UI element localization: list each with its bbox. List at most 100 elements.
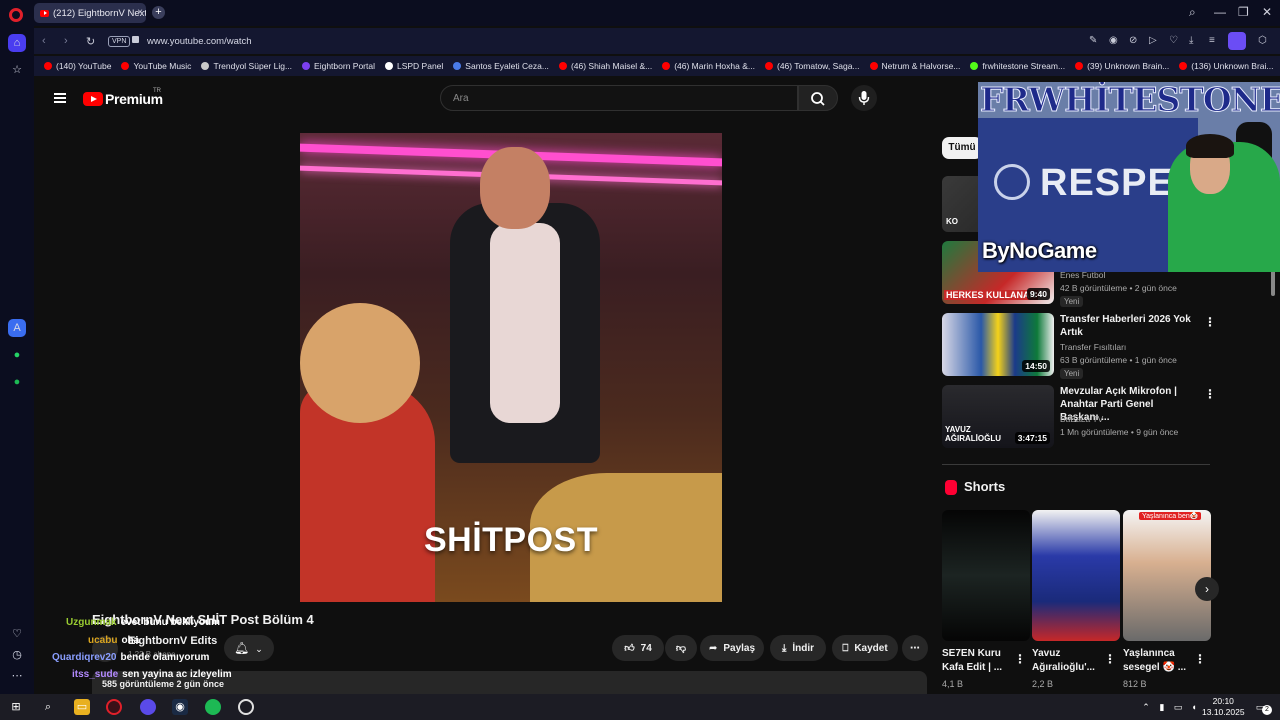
home-icon[interactable]: ⌂ — [8, 34, 26, 52]
more-vertical-icon[interactable]: ⋮ — [1104, 652, 1116, 666]
recommendation-item[interactable]: YAVUZ AĞIRALİOĞLU 3:47:15 Mevzular Açık … — [942, 385, 1216, 449]
bookmark-item[interactable]: (39) Unknown Brain... — [1075, 61, 1169, 71]
tab-close-icon[interactable]: × — [137, 7, 143, 18]
rec-title[interactable]: Transfer Haberleri 2026 Yok Artık — [1060, 313, 1192, 339]
bookmark-item[interactable]: Netrum & Halvorse... — [869, 61, 960, 71]
rec-channel[interactable]: Transfer Fısıltıları — [1060, 342, 1126, 352]
video-player[interactable]: SHİTPOST — [300, 133, 722, 602]
bookmark-favicon-icon — [558, 62, 567, 70]
favorites-icon[interactable]: ♡ — [8, 625, 26, 643]
views-and-date: 585 görüntüleme 2 gün önce — [102, 679, 225, 689]
chat-username: ucabu — [88, 635, 118, 646]
steam-icon[interactable]: ◉ — [172, 699, 188, 715]
filter-chip-all[interactable]: Tümü — [942, 137, 982, 159]
share-button[interactable]: ➦ Paylaş — [700, 635, 764, 661]
bookmark-item[interactable]: (140) YouTube — [44, 61, 111, 71]
channel-name[interactable]: EightbornV Edits — [128, 635, 217, 647]
network-icon[interactable]: ▭ — [1170, 699, 1186, 715]
bookmark-item[interactable]: Eightborn Portal — [302, 61, 375, 71]
recommendation-item[interactable]: 14:50 Transfer Haberleri 2026 Yok Artık … — [942, 313, 1216, 379]
close-window-icon[interactable]: ✕ — [1262, 5, 1272, 19]
browser-search-icon[interactable]: ⌕ — [1189, 5, 1196, 20]
short-title[interactable]: Yaşlanınca sesegel 🤡 ... — [1123, 647, 1201, 675]
voice-search-button[interactable] — [851, 85, 877, 111]
adblock-icon[interactable]: ⊘ — [1129, 35, 1137, 46]
send-icon[interactable]: ✎ — [1089, 35, 1097, 46]
bookmark-item[interactable]: YouTube Music — [121, 61, 191, 71]
opera-gx-icon[interactable] — [140, 699, 156, 715]
url-field[interactable]: www.youtube.com/watch — [147, 36, 252, 47]
microphone-tray-icon[interactable]: ▮ — [1154, 699, 1170, 715]
chevron-right-icon[interactable]: › — [1195, 577, 1219, 601]
bookmark-item[interactable]: frwhitestone Stream... — [970, 61, 1065, 71]
extensions-icon[interactable]: ⬡ — [1258, 35, 1267, 46]
video-thumbnail: 14:50 — [942, 313, 1054, 376]
menu-icon[interactable]: ≡ — [1209, 35, 1215, 46]
back-icon[interactable]: ‹ — [42, 35, 46, 47]
bookmark-favicon-icon — [1179, 62, 1188, 70]
more-icon[interactable]: ⋯ — [8, 667, 26, 685]
search-button[interactable] — [798, 85, 838, 111]
bookmark-item[interactable]: (46) Shiah Maisel &... — [558, 61, 652, 71]
history-icon[interactable]: ◷ — [8, 646, 26, 664]
short-thumbnail[interactable] — [1032, 510, 1120, 641]
bookmark-item[interactable]: (136) Unknown Brai... — [1179, 61, 1273, 71]
more-vertical-icon[interactable]: ⋮ — [1194, 652, 1206, 666]
volume-icon[interactable]: ◖ — [1186, 699, 1202, 715]
windows-start-icon[interactable]: ⊞ — [8, 699, 24, 715]
browser-tab-active[interactable]: (212) EightbornV Next SH × — [34, 3, 146, 23]
more-actions-button[interactable]: ⋯ — [902, 635, 928, 661]
bookmark-item[interactable]: Trendyol Süper Lig... — [201, 61, 292, 71]
spotify-icon[interactable]: ● — [8, 373, 26, 391]
more-vertical-icon[interactable]: ⋮ — [1204, 387, 1216, 401]
minimize-icon[interactable]: — — [1214, 5, 1226, 19]
aria-icon[interactable]: ☆ — [8, 61, 26, 79]
bookmark-label: (136) Unknown Brai... — [1191, 61, 1274, 71]
search-input[interactable]: Ara — [440, 85, 798, 111]
bookmark-item[interactable]: Santos Eyaleti Ceza... — [453, 61, 549, 71]
hamburger-menu-icon[interactable] — [54, 93, 66, 103]
bookmark-favicon-icon — [44, 62, 52, 70]
like-button[interactable]: 👍︎ 74 — [612, 635, 664, 661]
vpn-badge[interactable]: VPN — [108, 36, 131, 47]
bookmark-item[interactable]: LSPD Panel — [384, 61, 443, 71]
short-title[interactable]: SE7EN Kuru Kafa Edit | ... — [942, 647, 1020, 675]
whatsapp-icon[interactable]: ● — [8, 346, 26, 364]
man-head — [480, 147, 550, 229]
reload-icon[interactable]: ↻ — [86, 35, 95, 48]
system-clock[interactable]: 20:10 13.10.2025 — [1202, 696, 1245, 718]
profile-avatar[interactable] — [1228, 32, 1246, 50]
camera-icon[interactable]: ◉ — [1109, 35, 1118, 46]
lock-icon[interactable] — [132, 36, 139, 43]
spotify-taskbar-icon[interactable] — [205, 699, 221, 715]
save-button[interactable]: ⎕ Kaydet — [832, 635, 898, 661]
dislike-button[interactable]: 👎︎ — [665, 635, 697, 661]
restore-icon[interactable]: ❐ — [1238, 5, 1249, 19]
more-vertical-icon[interactable]: ⋮ — [1014, 652, 1026, 666]
heart-icon[interactable]: ♡ — [1169, 35, 1178, 46]
short-thumbnail[interactable]: Yaşlanınca ben🤡 — [1123, 510, 1211, 641]
short-title[interactable]: Yavuz Ağıralioğlu'... — [1032, 647, 1110, 675]
short-thumbnail[interactable] — [942, 510, 1030, 641]
download-icon[interactable]: ⤓ — [1189, 35, 1193, 46]
download-button[interactable]: ⤓ İndir — [770, 635, 826, 661]
opera-taskbar-icon[interactable] — [106, 699, 122, 715]
bookmark-item[interactable]: (46) Marin Hoxha &... — [662, 61, 755, 71]
player-icon[interactable]: ▷ — [1149, 35, 1157, 46]
page-scrollbar[interactable] — [1271, 270, 1275, 296]
youtube-logo-icon[interactable] — [83, 92, 103, 106]
search-icon[interactable]: ⌕ — [40, 699, 56, 715]
app-store-icon[interactable]: A — [8, 319, 26, 337]
bookmark-favicon-icon — [869, 62, 878, 70]
new-tab-button[interactable]: + — [152, 6, 165, 19]
forward-icon[interactable]: › — [64, 35, 68, 47]
bookmark-item[interactable]: (46) Tomatow, Saga... — [764, 61, 860, 71]
opera-logo-icon[interactable] — [9, 8, 23, 22]
rec-meta: 1 Mn görüntüleme • 9 gün önce — [1060, 427, 1179, 437]
file-explorer-icon[interactable]: ▭ — [74, 699, 90, 715]
rec-channel[interactable]: BaBaLa TV — [1060, 414, 1103, 424]
app-icon[interactable] — [238, 699, 254, 715]
tray-chevron-icon[interactable]: ⌃ — [1138, 699, 1154, 715]
more-vertical-icon[interactable]: ⋮ — [1204, 315, 1216, 329]
notification-bell-button[interactable]: 🔔︎ ⌄ — [224, 635, 274, 661]
